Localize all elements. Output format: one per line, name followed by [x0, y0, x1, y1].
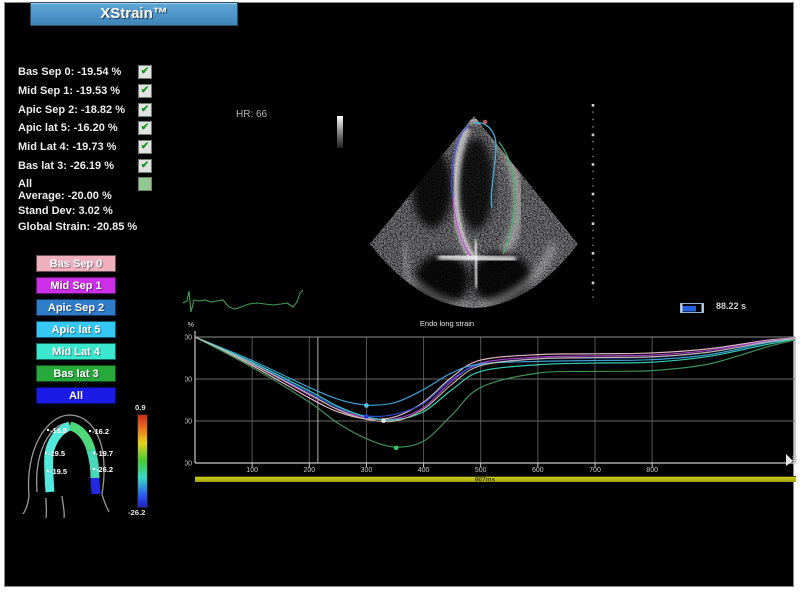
measurement-label: Mid Lat 4: -19.73 % [18, 141, 116, 153]
peak-strain-marker [394, 446, 399, 451]
measurement-row: Bas lat 3: -26.19 % ✔ [18, 156, 152, 175]
stats-panel: Average: -20.00 % Stand Dev: 3.02 % Glob… [18, 190, 178, 236]
x-tick-label: 300 [361, 467, 373, 474]
x-tick-label: 200 [303, 467, 315, 474]
measurement-row: Apic Sep 2: -18.82 % ✔ [18, 100, 152, 119]
segment-buttons: Bas Sep 0 Mid Sep 1 Apic Sep 2 Apic lat … [36, 255, 118, 409]
timeline-progress-icon [680, 303, 706, 314]
measurement-label: Mid Sep 1: -19.53 % [18, 85, 120, 97]
value-apic-lat: -16.2 [92, 427, 109, 436]
heart-rate-label: HR: 66 [236, 109, 267, 120]
segment-button-apic-lat-5[interactable]: Apic lat 5 [36, 321, 116, 338]
measurement-row: Mid Lat 4: -19.73 % ✔ [18, 138, 152, 157]
x-tick-label: 400 [418, 467, 430, 474]
measurement-label: Apic lat 5: -16.20 % [18, 122, 118, 134]
y-tick-label: -30.00 [185, 461, 192, 468]
segment-button-apic-sep-2[interactable]: Apic Sep 2 [36, 299, 116, 316]
x-tick-label: 800 [646, 467, 658, 474]
value-mid-sep: -19.5 [48, 449, 65, 458]
value-mid-lat: -19.7 [96, 449, 113, 458]
strain-curve-apic-lat-5 [195, 337, 795, 405]
stand-dev-value: Stand Dev: 3.02 % [18, 205, 178, 220]
peak-strain-marker [364, 414, 369, 419]
peak-strain-marker [381, 418, 386, 423]
heart-strain-map: -18.8 -19.5 -19.5 -16.2 -19.7 -26.2 [10, 400, 135, 518]
measurement-row: Mid Sep 1: -19.53 % ✔ [18, 82, 152, 101]
strain-chart: Endo long strain % 100 200 300 400 500 600 700… [185, 315, 800, 493]
segment-button-bas-sep-0[interactable]: Bas Sep 0 [36, 255, 116, 272]
check-icon[interactable]: ✔ [138, 159, 152, 173]
check-icon[interactable]: ✔ [138, 140, 152, 154]
value-bas-lat: -26.2 [96, 465, 113, 474]
peak-strain-marker [364, 403, 369, 408]
y-tick-label: 0.00 [185, 335, 192, 342]
measurement-row: Apic lat 5: -16.20 % ✔ [18, 119, 152, 138]
chart-plot-area: 100 200 300 400 500 600 700 800 0.00 -10.00 -20.00… [185, 331, 799, 474]
segment-button-bas-lat-3[interactable]: Bas lat 3 [36, 365, 116, 382]
app-title-banner: XStrain™ [30, 2, 238, 26]
check-icon[interactable]: ✔ [138, 65, 152, 79]
lv-cavity [458, 138, 494, 230]
strain-curve-bas-lat-3 [195, 337, 795, 447]
pointer-cursor [786, 454, 793, 466]
x-tick-label: 500 [475, 467, 487, 474]
chart-title: Endo long strain [420, 319, 474, 328]
strain-color-band [49, 426, 96, 494]
measurement-label: All [18, 178, 32, 190]
grayscale-bar [337, 116, 343, 148]
value-apic-sep: -19.5 [50, 467, 67, 476]
y-axis-unit: % [188, 322, 194, 329]
segment-button-mid-lat-4[interactable]: Mid Lat 4 [36, 343, 116, 360]
scale-max-label: 0.9 [135, 403, 146, 412]
y-tick-label: -20.00 [185, 419, 192, 426]
global-strain-value: Global Strain: -20.85 % [18, 221, 178, 236]
segment-button-mid-sep-1[interactable]: Mid Sep 1 [36, 277, 116, 294]
scale-min-label: -26.2 [128, 508, 145, 517]
check-icon[interactable]: ✔ [138, 84, 152, 98]
x-tick-label: 100 [246, 467, 258, 474]
average-value: Average: -20.00 % [18, 190, 178, 205]
ultrasound-image [346, 92, 606, 314]
measurements-panel: Bas Sep 0: -19.54 % ✔ Mid Sep 1: -19.53 … [18, 63, 152, 194]
strain-color-scale [137, 414, 148, 508]
measurement-label: Bas Sep 0: -19.54 % [18, 66, 121, 78]
value-bas-sep: -18.8 [50, 426, 67, 435]
x-axis-end-label: 900 [793, 454, 799, 465]
apex-marker [483, 120, 487, 124]
y-tick-label: -10.00 [185, 377, 192, 384]
echo-sector [346, 92, 606, 314]
measurement-label: Apic Sep 2: -18.82 % [18, 104, 125, 116]
duration-label: 907ms [475, 477, 496, 484]
check-icon[interactable]: ✔ [138, 103, 152, 117]
measurement-label: Bas lat 3: -26.19 % [18, 160, 114, 172]
rv-cavity [412, 148, 452, 228]
measurement-row: Bas Sep 0: -19.54 % ✔ [18, 63, 152, 82]
x-tick-label: 700 [589, 467, 601, 474]
x-tick-label: 600 [532, 467, 544, 474]
check-icon[interactable]: ✔ [138, 121, 152, 135]
time-readout: 88.22 s [716, 301, 746, 311]
